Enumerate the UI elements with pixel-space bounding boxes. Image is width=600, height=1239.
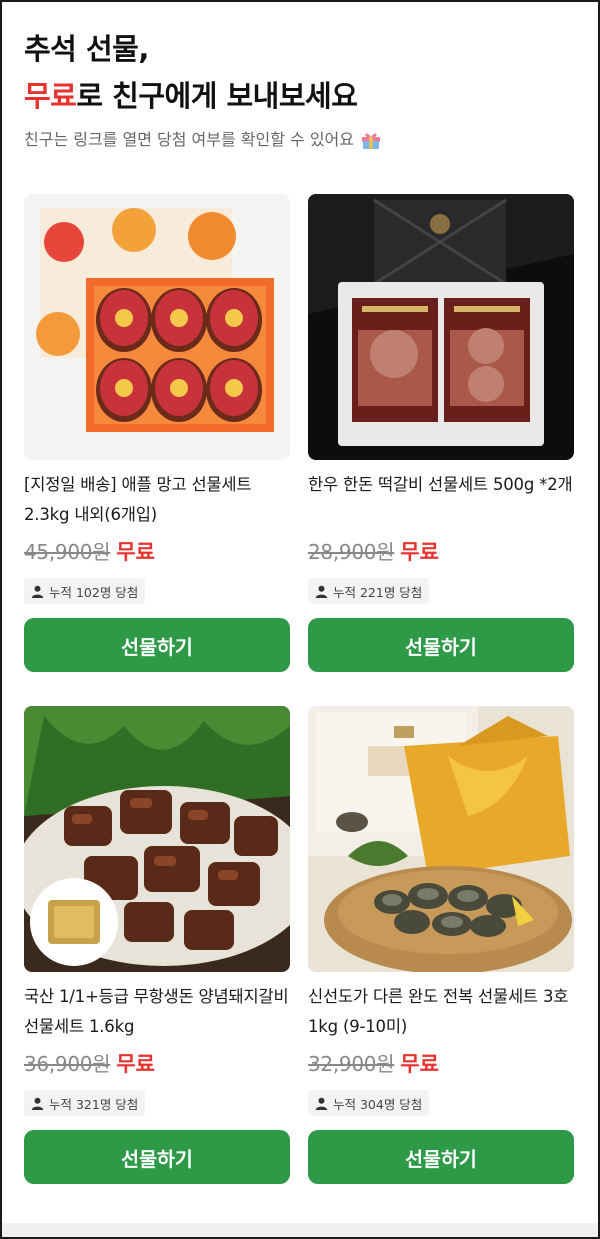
gift-button[interactable]: 선물하기	[308, 618, 574, 672]
product-name: 한우 한돈 떡갈비 선물세트 500g *2개	[308, 475, 573, 494]
winners-count: 누적 321명 당첨	[49, 1096, 139, 1112]
gift-icon	[360, 129, 382, 151]
original-price: 36,900원	[24, 1052, 111, 1076]
title-line-2-rest: 로 친구에게 보내보세요	[76, 79, 358, 113]
title-line-1: 추석 선물,	[24, 32, 149, 66]
sale-label: 무료	[116, 540, 155, 564]
winners-count: 누적 102명 당첨	[49, 584, 139, 600]
person-icon	[31, 1097, 44, 1110]
product-name: 신선도가 다른 완도 전복 선물세트 3호 1kg (9-10미)	[308, 987, 569, 1036]
price-row: 28,900원 무료	[308, 536, 574, 566]
price-row: 45,900원 무료	[24, 536, 290, 566]
person-icon	[315, 585, 328, 598]
subtitle-text: 친구는 링크를 열면 당첨 여부를 확인할 수 있어요	[24, 130, 355, 149]
winners-badge: 누적 304명 당첨	[308, 1090, 430, 1116]
person-icon	[315, 1097, 328, 1110]
title-accent: 무료	[24, 79, 77, 113]
winners-count: 누적 221명 당첨	[333, 584, 423, 600]
original-price: 32,900원	[308, 1052, 395, 1076]
header: 추석 선물, 무료로 친구에게 보내보세요 친구는 링크를 열면 당첨 여부를 …	[2, 2, 598, 152]
page-frame: 추석 선물, 무료로 친구에게 보내보세요 친구는 링크를 열면 당첨 여부를 …	[0, 0, 600, 1239]
gift-button[interactable]: 선물하기	[24, 1130, 290, 1184]
product-grid: [지정일 배송] 애플 망고 선물세트 2.3kg 내외(6개입) 45,900…	[24, 194, 574, 1184]
person-icon	[31, 585, 44, 598]
product-card: 국산 1/1+등급 무항생돈 양념돼지갈비 선물세트 1.6kg 36,900원…	[24, 706, 290, 1184]
winners-badge: 누적 221명 당첨	[308, 578, 430, 604]
bottom-divider	[2, 1223, 598, 1237]
winners-badge: 누적 102명 당첨	[24, 578, 146, 604]
page-title: 추석 선물, 무료로 친구에게 보내보세요	[24, 26, 576, 120]
original-price: 45,900원	[24, 540, 111, 564]
price-row: 32,900원 무료	[308, 1048, 574, 1078]
product-image-mango[interactable]	[24, 194, 290, 460]
gift-button[interactable]: 선물하기	[24, 618, 290, 672]
product-image-abalone[interactable]	[308, 706, 574, 972]
winners-badge: 누적 321명 당첨	[24, 1090, 146, 1116]
price-row: 36,900원 무료	[24, 1048, 290, 1078]
gift-button[interactable]: 선물하기	[308, 1130, 574, 1184]
title-line-2: 무료로 친구에게 보내보세요	[24, 73, 576, 120]
product-card: 신선도가 다른 완도 전복 선물세트 3호 1kg (9-10미) 32,900…	[308, 706, 574, 1184]
product-image-pork-galbi[interactable]	[24, 706, 290, 972]
winners-count: 누적 304명 당첨	[333, 1096, 423, 1112]
product-name: [지정일 배송] 애플 망고 선물세트 2.3kg 내외(6개입)	[24, 475, 252, 524]
sale-label: 무료	[400, 540, 439, 564]
product-image-tteokgalbi[interactable]	[308, 194, 574, 460]
product-card: [지정일 배송] 애플 망고 선물세트 2.3kg 내외(6개입) 45,900…	[24, 194, 290, 672]
product-card: 한우 한돈 떡갈비 선물세트 500g *2개 28,900원 무료 누적 22…	[308, 194, 574, 672]
sale-label: 무료	[400, 1052, 439, 1076]
original-price: 28,900원	[308, 540, 395, 564]
sale-label: 무료	[116, 1052, 155, 1076]
product-name: 국산 1/1+등급 무항생돈 양념돼지갈비 선물세트 1.6kg	[24, 987, 289, 1036]
subtitle: 친구는 링크를 열면 당첨 여부를 확인할 수 있어요	[24, 128, 576, 152]
